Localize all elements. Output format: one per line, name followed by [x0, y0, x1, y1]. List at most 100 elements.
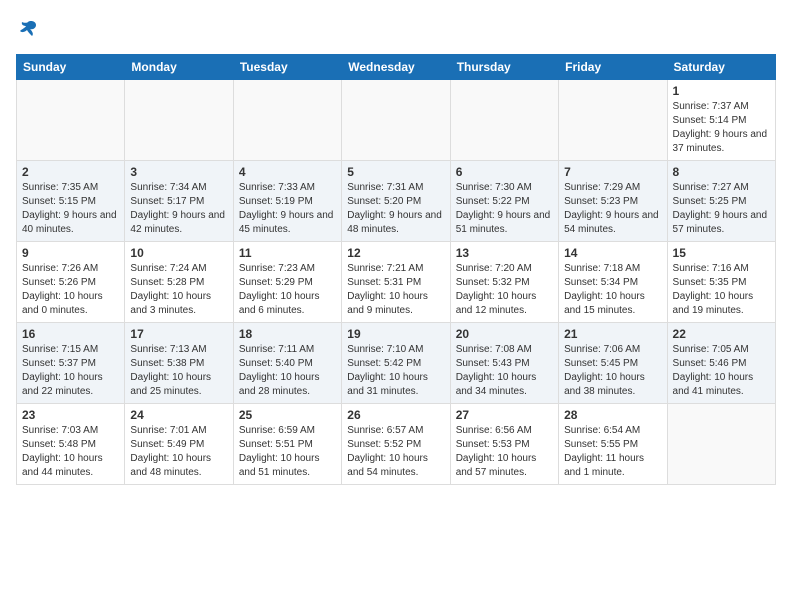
day-info: Sunrise: 7:35 AM Sunset: 5:15 PM Dayligh…: [22, 181, 119, 237]
calendar-cell: 5 Sunrise: 7:31 AM Sunset: 5:20 PM Daylig…: [342, 161, 450, 242]
day-info: Sunrise: 7:13 AM Sunset: 5:38 PM Dayligh…: [130, 343, 227, 399]
day-number: 3: [130, 165, 227, 179]
calendar-week-4: 16 Sunrise: 7:15 AM Sunset: 5:37 PM Dayli…: [17, 323, 776, 404]
calendar-cell: [125, 80, 233, 161]
calendar-cell: 25 Sunrise: 6:59 AM Sunset: 5:51 PM Dayli…: [233, 404, 341, 485]
day-info: Sunrise: 7:26 AM Sunset: 5:26 PM Dayligh…: [22, 262, 119, 318]
day-number: 10: [130, 246, 227, 260]
day-number: 12: [347, 246, 444, 260]
day-number: 17: [130, 327, 227, 341]
day-info: Sunrise: 7:31 AM Sunset: 5:20 PM Dayligh…: [347, 181, 444, 237]
calendar-cell: 22Sunrise: 7:05 AM Sunset: 5:46 PM Dayli…: [667, 323, 775, 404]
day-info: Sunrise: 7:03 AM Sunset: 5:48 PM Dayligh…: [22, 424, 119, 480]
day-number: 8: [673, 165, 770, 179]
day-number: 28: [564, 408, 661, 422]
day-info: Sunrise: 7:29 AM Sunset: 5:23 PM Dayligh…: [564, 181, 661, 237]
day-number: 1: [673, 84, 770, 98]
calendar-cell: 3 Sunrise: 7:34 AM Sunset: 5:17 PM Daylig…: [125, 161, 233, 242]
calendar-cell: 18 Sunrise: 7:11 AM Sunset: 5:40 PM Dayli…: [233, 323, 341, 404]
day-number: 26: [347, 408, 444, 422]
calendar-week-1: 1 Sunrise: 7:37 AM Sunset: 5:14 PM Daylig…: [17, 80, 776, 161]
day-info: Sunrise: 7:15 AM Sunset: 5:37 PM Dayligh…: [22, 343, 119, 399]
calendar-week-5: 23 Sunrise: 7:03 AM Sunset: 5:48 PM Dayli…: [17, 404, 776, 485]
calendar-cell: 23 Sunrise: 7:03 AM Sunset: 5:48 PM Dayli…: [17, 404, 125, 485]
calendar-cell: 21 Sunrise: 7:06 AM Sunset: 5:45 PM Dayli…: [559, 323, 667, 404]
day-info: Sunrise: 7:08 AM Sunset: 5:43 PM Dayligh…: [456, 343, 553, 399]
day-number: 16: [22, 327, 119, 341]
day-info: Sunrise: 7:11 AM Sunset: 5:40 PM Dayligh…: [239, 343, 336, 399]
day-number: 5: [347, 165, 444, 179]
calendar-cell: 10 Sunrise: 7:24 AM Sunset: 5:28 PM Dayli…: [125, 242, 233, 323]
calendar-cell: 8 Sunrise: 7:27 AM Sunset: 5:25 PM Daylig…: [667, 161, 775, 242]
day-number: 18: [239, 327, 336, 341]
day-info: Sunrise: 7:20 AM Sunset: 5:32 PM Dayligh…: [456, 262, 553, 318]
day-info: Sunrise: 7:24 AM Sunset: 5:28 PM Dayligh…: [130, 262, 227, 318]
calendar-cell: 16 Sunrise: 7:15 AM Sunset: 5:37 PM Dayli…: [17, 323, 125, 404]
calendar-cell: 24 Sunrise: 7:01 AM Sunset: 5:49 PM Dayli…: [125, 404, 233, 485]
calendar-cell: 11 Sunrise: 7:23 AM Sunset: 5:29 PM Dayli…: [233, 242, 341, 323]
calendar-cell: [342, 80, 450, 161]
day-number: 15: [673, 246, 770, 260]
calendar-cell: 6 Sunrise: 7:30 AM Sunset: 5:22 PM Daylig…: [450, 161, 558, 242]
day-number: 20: [456, 327, 553, 341]
day-info: Sunrise: 7:33 AM Sunset: 5:19 PM Dayligh…: [239, 181, 336, 237]
day-number: 27: [456, 408, 553, 422]
calendar-cell: [17, 80, 125, 161]
calendar-cell: 17 Sunrise: 7:13 AM Sunset: 5:38 PM Dayli…: [125, 323, 233, 404]
day-number: 4: [239, 165, 336, 179]
page-header: [16, 16, 776, 42]
calendar-cell: 14 Sunrise: 7:18 AM Sunset: 5:34 PM Dayli…: [559, 242, 667, 323]
calendar-cell: 15 Sunrise: 7:16 AM Sunset: 5:35 PM Dayli…: [667, 242, 775, 323]
day-info: Sunrise: 6:54 AM Sunset: 5:55 PM Dayligh…: [564, 424, 661, 480]
day-info: Sunrise: 7:30 AM Sunset: 5:22 PM Dayligh…: [456, 181, 553, 237]
calendar-cell: 13 Sunrise: 7:20 AM Sunset: 5:32 PM Dayli…: [450, 242, 558, 323]
day-header-sunday: Sunday: [17, 55, 125, 80]
day-header-friday: Friday: [559, 55, 667, 80]
day-info: Sunrise: 7:27 AM Sunset: 5:25 PM Dayligh…: [673, 181, 770, 237]
day-number: 19: [347, 327, 444, 341]
calendar-cell: 28 Sunrise: 6:54 AM Sunset: 5:55 PM Dayli…: [559, 404, 667, 485]
logo: [16, 16, 38, 42]
day-number: 14: [564, 246, 661, 260]
day-info: Sunrise: 6:56 AM Sunset: 5:53 PM Dayligh…: [456, 424, 553, 480]
calendar-cell: [559, 80, 667, 161]
calendar-cell: 2 Sunrise: 7:35 AM Sunset: 5:15 PM Daylig…: [17, 161, 125, 242]
calendar-cell: [450, 80, 558, 161]
day-info: Sunrise: 6:59 AM Sunset: 5:51 PM Dayligh…: [239, 424, 336, 480]
logo-bird-icon: [18, 20, 38, 38]
day-header-thursday: Thursday: [450, 55, 558, 80]
day-number: 13: [456, 246, 553, 260]
calendar-cell: 4 Sunrise: 7:33 AM Sunset: 5:19 PM Daylig…: [233, 161, 341, 242]
day-info: Sunrise: 7:18 AM Sunset: 5:34 PM Dayligh…: [564, 262, 661, 318]
day-number: 21: [564, 327, 661, 341]
day-number: 2: [22, 165, 119, 179]
day-number: 25: [239, 408, 336, 422]
day-info: Sunrise: 7:16 AM Sunset: 5:35 PM Dayligh…: [673, 262, 770, 318]
day-number: 11: [239, 246, 336, 260]
day-number: 6: [456, 165, 553, 179]
calendar-cell: 9Sunrise: 7:26 AM Sunset: 5:26 PM Daylig…: [17, 242, 125, 323]
calendar-cell: 27 Sunrise: 6:56 AM Sunset: 5:53 PM Dayli…: [450, 404, 558, 485]
day-number: 23: [22, 408, 119, 422]
calendar-week-2: 2 Sunrise: 7:35 AM Sunset: 5:15 PM Daylig…: [17, 161, 776, 242]
calendar-cell: 26Sunrise: 6:57 AM Sunset: 5:52 PM Dayli…: [342, 404, 450, 485]
calendar-cell: [667, 404, 775, 485]
day-info: Sunrise: 7:21 AM Sunset: 5:31 PM Dayligh…: [347, 262, 444, 318]
day-info: Sunrise: 7:34 AM Sunset: 5:17 PM Dayligh…: [130, 181, 227, 237]
calendar-cell: 7 Sunrise: 7:29 AM Sunset: 5:23 PM Daylig…: [559, 161, 667, 242]
calendar-cell: [233, 80, 341, 161]
day-number: 7: [564, 165, 661, 179]
calendar-table: SundayMondayTuesdayWednesdayThursdayFrid…: [16, 54, 776, 485]
day-header-tuesday: Tuesday: [233, 55, 341, 80]
day-header-wednesday: Wednesday: [342, 55, 450, 80]
calendar-cell: 20 Sunrise: 7:08 AM Sunset: 5:43 PM Dayli…: [450, 323, 558, 404]
day-header-saturday: Saturday: [667, 55, 775, 80]
day-number: 24: [130, 408, 227, 422]
day-info: Sunrise: 7:06 AM Sunset: 5:45 PM Dayligh…: [564, 343, 661, 399]
day-info: Sunrise: 7:01 AM Sunset: 5:49 PM Dayligh…: [130, 424, 227, 480]
day-number: 22: [673, 327, 770, 341]
day-header-monday: Monday: [125, 55, 233, 80]
day-info: Sunrise: 7:37 AM Sunset: 5:14 PM Dayligh…: [673, 100, 770, 156]
calendar-week-3: 9Sunrise: 7:26 AM Sunset: 5:26 PM Daylig…: [17, 242, 776, 323]
day-info: Sunrise: 7:23 AM Sunset: 5:29 PM Dayligh…: [239, 262, 336, 318]
